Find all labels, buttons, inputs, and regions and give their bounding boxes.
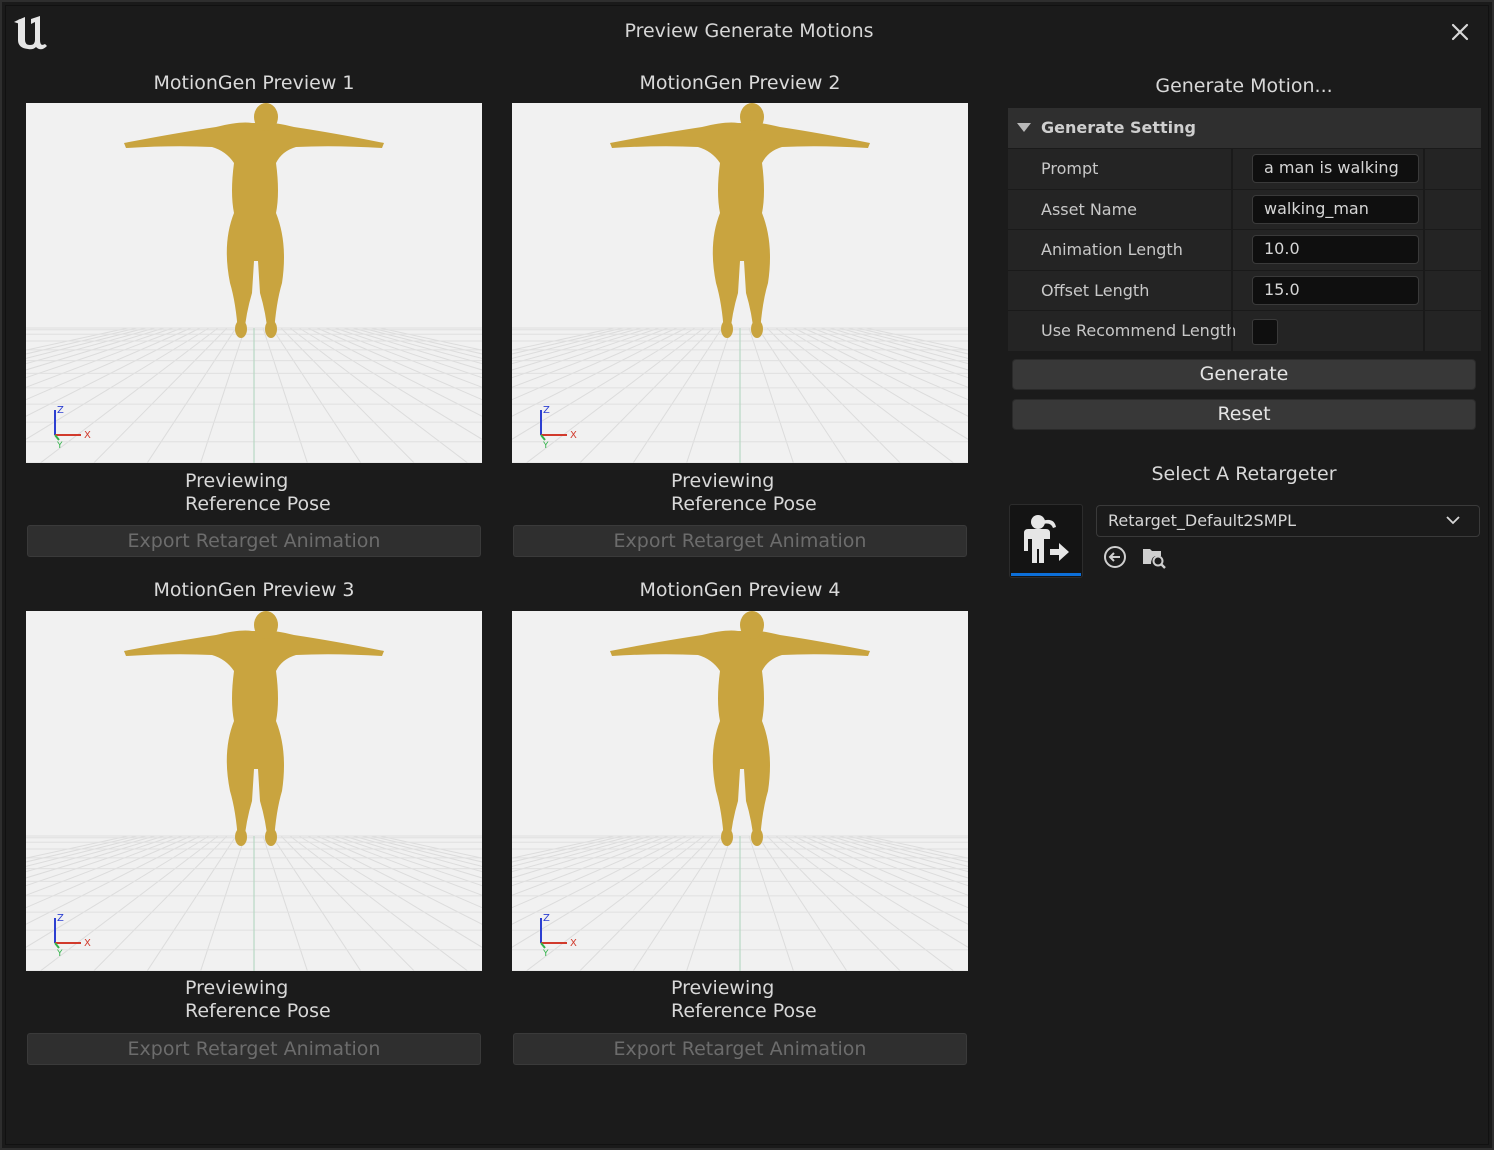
column-divider[interactable] [1231, 149, 1233, 189]
preview-title: MotionGen Preview 1 [153, 72, 355, 94]
status-line: Previewing [185, 470, 289, 492]
column-divider [1423, 189, 1425, 229]
status-line: Previewing [185, 977, 289, 999]
axis-label-y: Y [542, 441, 549, 451]
prompt-input[interactable]: a man is walking [1252, 154, 1419, 183]
preview-viewport[interactable]: Z X Y [26, 103, 482, 463]
axis-label-x: X [84, 430, 91, 441]
character-mesh [124, 611, 384, 846]
grid-floor [512, 835, 968, 971]
axis-label-x: X [84, 938, 91, 949]
close-icon[interactable] [1446, 18, 1474, 46]
retarget-asset-icon [1024, 515, 1069, 563]
status-line: Reference Pose [185, 1000, 331, 1022]
preview-status: Previewing Reference Pose [671, 470, 817, 516]
offset-length-input[interactable]: 15.0 [1252, 275, 1419, 305]
character-mesh [610, 103, 870, 338]
preview-status: Previewing Reference Pose [185, 977, 331, 1023]
character-mesh [610, 611, 870, 846]
column-divider [1423, 311, 1425, 351]
axis-label-y: Y [56, 441, 63, 451]
offset-length-row: Offset Length 15.0 [1008, 269, 1481, 310]
preview-title: MotionGen Preview 2 [639, 72, 841, 94]
reset-button[interactable]: Reset [1012, 399, 1476, 430]
preview-title: MotionGen Preview 4 [639, 579, 841, 601]
animation-length-input[interactable]: 10.0 [1252, 235, 1419, 264]
panel-heading: Generate Motion... [1155, 75, 1333, 97]
row-label: Offset Length [1041, 280, 1150, 300]
preview-title: MotionGen Preview 3 [153, 579, 355, 601]
export-retarget-animation-button[interactable]: Export Retarget Animation [513, 1033, 967, 1065]
generate-setting-header[interactable]: Generate Setting [1008, 108, 1481, 148]
use-recommend-length-row: Use Recommend Length [1008, 310, 1481, 351]
section-label: Generate Setting [1041, 118, 1196, 137]
status-line: Reference Pose [671, 493, 817, 515]
axis-label-x: X [570, 430, 577, 441]
row-label: Animation Length [1041, 240, 1183, 259]
browse-icon[interactable] [1141, 544, 1167, 570]
column-divider[interactable] [1231, 189, 1233, 229]
retargeter-thumbnail[interactable] [1009, 504, 1083, 578]
status-line: Previewing [671, 977, 775, 999]
character-mesh [124, 103, 384, 338]
status-line: Reference Pose [671, 1000, 817, 1022]
use-selected-icon[interactable] [1102, 544, 1128, 570]
column-divider[interactable] [1231, 270, 1233, 310]
axis-label-y: Y [56, 949, 63, 959]
preview-viewport[interactable]: Z X Y [26, 611, 482, 971]
collapse-arrow-icon[interactable] [1017, 123, 1031, 132]
export-retarget-animation-button[interactable]: Export Retarget Animation [27, 525, 481, 557]
retargeter-combo[interactable]: Retarget_Default2SMPL [1096, 505, 1480, 537]
chevron-down-icon[interactable] [1445, 512, 1461, 528]
preview-viewport[interactable]: Z X Y [512, 611, 968, 971]
preview-generate-motions-window: Preview Generate Motions MotionGen Previ… [0, 0, 1494, 1150]
axis-label-z: Z [543, 405, 550, 416]
use-recommend-length-checkbox[interactable] [1252, 319, 1278, 345]
export-retarget-animation-button[interactable]: Export Retarget Animation [513, 525, 967, 557]
column-divider [1423, 149, 1425, 189]
row-label: Prompt [1041, 159, 1099, 178]
selection-underline [1011, 573, 1081, 576]
column-divider [1423, 270, 1425, 310]
grid-floor [512, 327, 968, 463]
axis-label-z: Z [57, 405, 64, 416]
axis-label-x: X [570, 938, 577, 949]
title-bar: Preview Generate Motions [2, 2, 1494, 62]
animation-length-row: Animation Length 10.0 [1008, 229, 1481, 270]
generate-setting-section: Generate Setting Prompt a man is walking… [1008, 108, 1481, 351]
status-line: Reference Pose [185, 493, 331, 515]
row-label: Asset Name [1041, 199, 1138, 219]
column-divider [1423, 230, 1425, 270]
status-line: Previewing [671, 470, 775, 492]
grid-floor [26, 835, 482, 971]
preview-status: Previewing Reference Pose [671, 977, 817, 1023]
column-divider[interactable] [1231, 230, 1233, 270]
preview-viewport[interactable]: Z X Y [512, 103, 968, 463]
generate-button[interactable]: Generate [1012, 359, 1476, 390]
prompt-row: Prompt a man is walking [1008, 148, 1481, 189]
preview-panel-1: MotionGen Preview 1 Z X Y Previewing Refer… [26, 70, 482, 560]
preview-panel-4: MotionGen Preview 4 Z X Y Previewing Refer… [512, 577, 968, 1067]
axis-label-z: Z [543, 913, 550, 924]
export-retarget-animation-button[interactable]: Export Retarget Animation [27, 1033, 481, 1065]
window-title: Preview Generate Motions [624, 20, 874, 42]
preview-status: Previewing Reference Pose [185, 470, 331, 516]
asset-name-input[interactable]: walking_man [1252, 194, 1419, 224]
row-label: Use Recommend Length [1041, 321, 1237, 340]
asset-name-row: Asset Name walking_man [1008, 188, 1481, 229]
grid-floor [26, 327, 482, 463]
preview-panel-2: MotionGen Preview 2 Z X Y Previewing Refer… [512, 70, 968, 560]
axis-label-z: Z [57, 913, 64, 924]
retargeter-value: Retarget_Default2SMPL [1108, 511, 1297, 530]
preview-panel-3: MotionGen Preview 3 Z X Y Previewing Refer… [26, 577, 482, 1067]
axis-label-y: Y [542, 949, 549, 959]
retargeter-heading: Select A Retargeter [1151, 463, 1337, 485]
column-divider[interactable] [1231, 311, 1233, 351]
